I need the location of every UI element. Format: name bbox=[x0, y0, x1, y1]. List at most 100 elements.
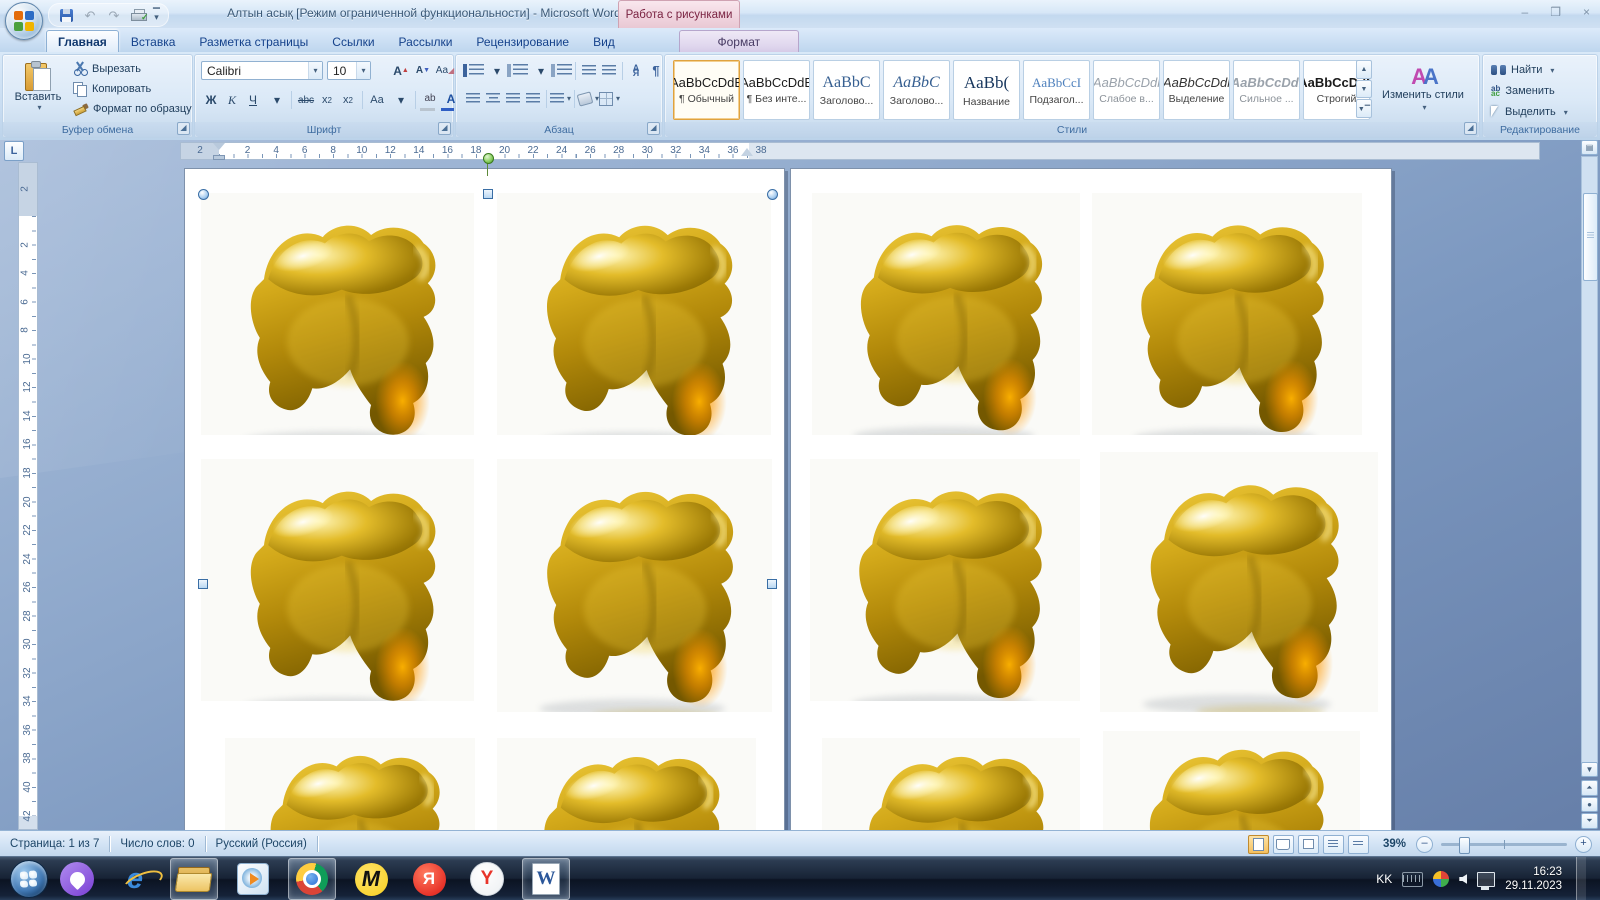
style-item[interactable]: AaBbC Заголово... bbox=[883, 60, 950, 120]
bold-button[interactable]: Ж bbox=[201, 91, 221, 110]
web-layout-button[interactable] bbox=[1297, 834, 1319, 854]
rotate-handle[interactable] bbox=[483, 153, 494, 164]
underline-button[interactable]: Ч bbox=[243, 91, 263, 110]
asyk-image[interactable] bbox=[497, 193, 771, 435]
bullets-chevron-icon[interactable]: ▾ bbox=[487, 61, 507, 80]
style-item[interactable]: AaBbCcDdE ¶ Обычный bbox=[673, 60, 740, 120]
subscript-button[interactable]: x2 bbox=[317, 91, 337, 110]
asyk-image[interactable] bbox=[497, 459, 772, 712]
justify-button[interactable] bbox=[523, 89, 543, 108]
asyk-image[interactable] bbox=[497, 738, 756, 830]
ribbon-tab[interactable]: Рассылки bbox=[387, 30, 465, 52]
ribbon-tab[interactable]: Ссылки bbox=[320, 30, 386, 52]
next-page-button[interactable]: ⏷ bbox=[1581, 813, 1598, 829]
find-button[interactable]: Найти ▾ bbox=[1491, 61, 1554, 79]
zoom-slider[interactable] bbox=[1441, 836, 1567, 854]
ribbon-tab[interactable]: Вставка bbox=[119, 30, 188, 52]
language-indicator[interactable]: Русский (Россия) bbox=[206, 838, 317, 850]
ribbon-tab[interactable]: Главная bbox=[46, 30, 119, 52]
gallery-more-icon[interactable]: ▼▔ bbox=[1356, 99, 1372, 119]
style-item[interactable]: AaBbCcDdl Выделение bbox=[1163, 60, 1230, 120]
zoom-out-button[interactable]: – bbox=[1416, 835, 1433, 853]
save-icon[interactable] bbox=[57, 7, 75, 23]
asyk-image[interactable] bbox=[1100, 452, 1378, 712]
taskbar-yandex-browser-icon[interactable]: Я bbox=[406, 859, 452, 899]
bullets-button[interactable] bbox=[463, 61, 484, 80]
paragraph-dialog-launcher[interactable]: ◢ bbox=[647, 122, 660, 135]
left-indent-marker[interactable] bbox=[213, 155, 225, 160]
ribbon-tab[interactable]: Рецензирование bbox=[464, 30, 581, 52]
decrease-indent-button[interactable] bbox=[579, 61, 599, 80]
show-desktop-button[interactable] bbox=[1576, 857, 1586, 900]
horizontal-ruler[interactable]: 2 2 4 6 8 10 12 14 16 18 20 22 24 26 28 30 32 34 36 38 bbox=[180, 142, 1540, 160]
ribbon-tab[interactable]: Формат bbox=[678, 30, 799, 52]
style-item[interactable]: AaBbCcI Подзагол... bbox=[1023, 60, 1090, 120]
style-item[interactable]: AaBbC Заголово... bbox=[813, 60, 880, 120]
clock[interactable]: 16:23 29.11.2023 bbox=[1505, 865, 1562, 893]
draft-view-button[interactable] bbox=[1347, 834, 1369, 854]
sort-button[interactable]: АЯ bbox=[626, 61, 646, 80]
asyk-image[interactable] bbox=[1092, 193, 1362, 435]
maximize-button[interactable]: ❒ bbox=[1550, 5, 1561, 19]
program-tray-icon[interactable] bbox=[1433, 871, 1450, 887]
multilevel-list-button[interactable] bbox=[551, 61, 572, 80]
paste-button[interactable]: Вставить ▾ bbox=[9, 58, 67, 121]
browse-object-button[interactable]: ● bbox=[1581, 797, 1598, 812]
selection-handle-top-center[interactable] bbox=[483, 189, 493, 199]
selection-handle-top-right[interactable] bbox=[767, 189, 778, 200]
network-tray-icon[interactable] bbox=[1477, 871, 1496, 890]
selection-handle-middle-left[interactable] bbox=[198, 579, 208, 589]
right-indent-marker[interactable] bbox=[741, 142, 753, 156]
styles-dialog-launcher[interactable]: ◢ bbox=[1464, 122, 1477, 135]
line-spacing-button[interactable]: ▾ bbox=[550, 89, 571, 108]
underline-chevron-icon[interactable]: ▾ bbox=[267, 91, 287, 110]
previous-page-button[interactable]: ⏶ bbox=[1581, 780, 1598, 796]
full-screen-reading-button[interactable] bbox=[1272, 834, 1294, 854]
highlight-color-button[interactable]: ab bbox=[420, 89, 440, 111]
grow-font-button[interactable]: A ▲ bbox=[391, 61, 411, 80]
redo-icon[interactable]: ↷ bbox=[105, 7, 123, 23]
taskbar-yandex-music-icon[interactable]: M bbox=[348, 859, 394, 899]
chevron-down-icon[interactable]: ▾ bbox=[356, 62, 370, 79]
font-size-combo[interactable]: 10 ▾ bbox=[327, 61, 371, 80]
close-button[interactable]: × bbox=[1583, 5, 1590, 19]
change-case-button[interactable]: Aa bbox=[367, 91, 387, 110]
zoom-level[interactable]: 39% bbox=[1383, 838, 1406, 850]
start-button[interactable] bbox=[10, 860, 48, 898]
zoom-slider-thumb[interactable] bbox=[1459, 836, 1470, 854]
scroll-down-icon[interactable]: ▼ bbox=[1581, 762, 1598, 777]
font-dialog-launcher[interactable]: ◢ bbox=[438, 122, 451, 135]
numbering-button[interactable] bbox=[507, 61, 528, 80]
keyboard-tray-icon[interactable] bbox=[1402, 871, 1424, 887]
style-item[interactable]: AaBbCcDdl Слабое в... bbox=[1093, 60, 1160, 120]
strikethrough-button[interactable]: abc bbox=[296, 91, 316, 110]
taskbar-word-icon[interactable]: W bbox=[522, 858, 570, 900]
undo-icon[interactable]: ↶ bbox=[81, 7, 99, 23]
ruler-toggle-button[interactable]: ▤ bbox=[1581, 140, 1598, 155]
volume-tray-icon[interactable] bbox=[1459, 874, 1468, 884]
asyk-image[interactable] bbox=[1103, 731, 1360, 830]
zoom-in-button[interactable]: + bbox=[1575, 835, 1592, 853]
taskbar-media-player-icon[interactable] bbox=[230, 859, 276, 899]
increase-indent-button[interactable] bbox=[599, 61, 619, 80]
select-button[interactable]: Выделить ▾ bbox=[1491, 103, 1568, 121]
show-marks-button[interactable]: ¶ bbox=[646, 61, 666, 80]
tab-selector-button[interactable]: L bbox=[4, 141, 24, 161]
chevron-down-icon[interactable]: ▾ bbox=[308, 62, 322, 79]
align-center-button[interactable] bbox=[483, 89, 503, 108]
italic-button[interactable]: К bbox=[222, 91, 242, 110]
superscript-button[interactable]: x2 bbox=[338, 91, 358, 110]
clipboard-dialog-launcher[interactable]: ◢ bbox=[177, 122, 190, 135]
scrollbar-thumb[interactable] bbox=[1583, 193, 1598, 281]
taskbar-file-explorer-icon[interactable] bbox=[170, 858, 218, 900]
cut-button[interactable]: Вырезать bbox=[73, 60, 141, 78]
asyk-image[interactable] bbox=[810, 459, 1080, 701]
taskbar-yandex-icon[interactable]: Y bbox=[464, 859, 510, 899]
selection-handle-middle-right[interactable] bbox=[767, 579, 777, 589]
clear-formatting-button[interactable]: Aa ◢ bbox=[435, 61, 455, 80]
qat-customize-arrow-icon[interactable]: ▔ ▾ bbox=[153, 9, 160, 22]
selection-handle-top-left[interactable] bbox=[198, 189, 209, 200]
asyk-image[interactable] bbox=[812, 193, 1080, 435]
align-left-button[interactable] bbox=[463, 89, 483, 108]
numbering-chevron-icon[interactable]: ▾ bbox=[531, 61, 551, 80]
